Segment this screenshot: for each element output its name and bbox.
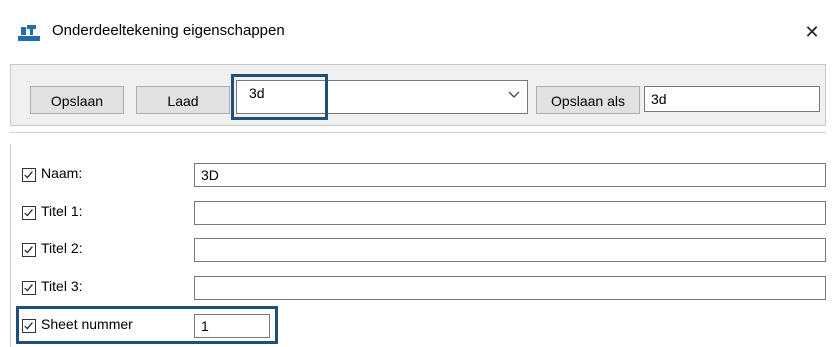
titel-3-field[interactable] (194, 276, 826, 300)
property-row-sheet-nummer: Sheet nummer (22, 313, 192, 339)
checkmark-icon (24, 209, 33, 217)
property-row-titel-2: Titel 2: (22, 237, 192, 263)
property-row-titel-1: Titel 1: (22, 200, 192, 226)
section-divider (10, 132, 826, 133)
checkmark-icon (24, 171, 33, 179)
window-title: Onderdeeltekening eigenschappen (52, 22, 285, 39)
property-row-titel-3: Titel 3: (22, 275, 192, 301)
load-button[interactable]: Laad (136, 86, 230, 114)
panel-border (10, 144, 11, 347)
close-icon: ✕ (804, 22, 820, 42)
properties-dialog: Onderdeeltekening eigenschappen ✕ Opslaa… (0, 0, 832, 347)
checkmark-icon (24, 322, 33, 330)
drawing-properties-icon (18, 25, 40, 41)
titel-3-checkbox[interactable] (22, 281, 36, 295)
naam-label: Naam: (41, 165, 83, 181)
save-button[interactable]: Opslaan (30, 86, 124, 114)
titel-3-label: Titel 3: (41, 278, 83, 294)
save-as-button[interactable]: Opslaan als (536, 86, 640, 114)
naam-checkbox[interactable] (22, 168, 36, 182)
titel-2-field[interactable] (194, 238, 826, 262)
titel-1-checkbox[interactable] (22, 206, 36, 220)
titel-1-label: Titel 1: (41, 203, 83, 219)
sheet-nummer-label: Sheet nummer (41, 316, 133, 332)
settings-combo-value: 3d (249, 85, 265, 101)
close-button[interactable]: ✕ (794, 17, 830, 47)
titel-1-field[interactable] (194, 201, 826, 225)
sheet-nummer-field[interactable]: 1 (194, 314, 270, 338)
title-bar: Onderdeeltekening eigenschappen ✕ (0, 0, 832, 64)
settings-combo[interactable]: 3d (236, 80, 528, 114)
checkmark-icon (24, 284, 33, 292)
checkmark-icon (24, 246, 33, 254)
chevron-down-icon[interactable] (507, 88, 521, 102)
sheet-nummer-checkbox[interactable] (22, 319, 36, 333)
titel-2-label: Titel 2: (41, 240, 83, 256)
save-as-name-field[interactable]: 3d (644, 86, 820, 112)
titel-2-checkbox[interactable] (22, 243, 36, 257)
naam-field[interactable]: 3D (194, 163, 826, 187)
